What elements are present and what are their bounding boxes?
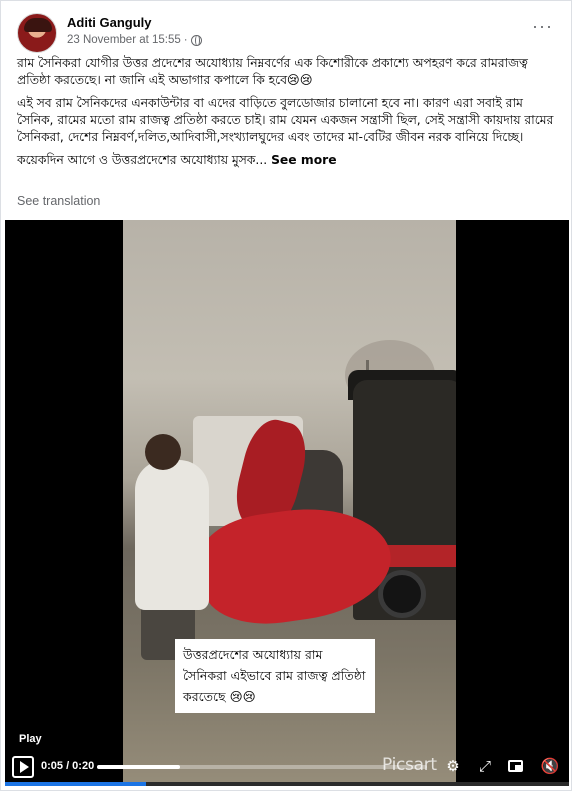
post-card: Aditi Ganguly 23 November at 15:55 · ···… (0, 0, 572, 791)
author-name[interactable]: Aditi Ganguly (67, 15, 152, 30)
post-paragraph-2: এই সব রাম সৈনিকদের এনকাউন্টার বা এদের বা… (17, 96, 554, 144)
post-meta: 23 November at 15:55 · (67, 34, 202, 46)
post-paragraph-3: কয়েকদিন আগে ও উত্তরপ্রদেশের অযোধ্যায় ম… (17, 152, 557, 169)
gear-icon[interactable]: ⚙ (443, 757, 463, 777)
meta-separator: · (183, 34, 188, 46)
post-header: Aditi Ganguly 23 November at 15:55 · ··· (17, 13, 557, 53)
truncated-text: কয়েকদিন আগে ও উত্তরপ্রদেশের অযোধ্যায় ম… (17, 153, 268, 167)
video-caption: উত্তরপ্রদেশের অযোধ্যায় রাম সৈনিকরা এইভা… (175, 639, 375, 713)
author-avatar[interactable] (17, 13, 57, 53)
post-timestamp[interactable]: 23 November at 15:55 (67, 34, 181, 46)
post-paragraph-1: রাম সৈনিকরা যোগীর উত্তর প্রদেশের অযোধ্যা… (17, 56, 528, 87)
video-controls: 0:05 / 0:20 Picsart ⚙ ⤢ 🔇 (5, 751, 569, 786)
play-icon[interactable] (12, 756, 34, 778)
more-options-icon[interactable]: ··· (532, 17, 553, 35)
picsart-watermark: Picsart (382, 755, 437, 775)
play-label: Play (19, 733, 42, 745)
video-bottom-progress (5, 782, 569, 786)
video-progress-bar[interactable] (97, 765, 427, 769)
see-more-link[interactable]: See more (271, 153, 336, 167)
volume-muted-icon[interactable]: 🔇 (540, 757, 560, 777)
picture-in-picture-icon[interactable] (506, 757, 526, 777)
video-player[interactable]: উত্তরপ্রদেশের অযোধ্যায় রাম সৈনিকরা এইভা… (5, 220, 569, 786)
see-translation-link[interactable]: See translation (17, 194, 100, 208)
video-progress-fill (97, 765, 180, 769)
post-text: রাম সৈনিকরা যোগীর উত্তর প্রদেশের অযোধ্যা… (17, 55, 557, 175)
expand-icon[interactable]: ⤢ (475, 757, 495, 777)
video-time: 0:05 / 0:20 (41, 760, 95, 772)
globe-icon (190, 34, 202, 46)
